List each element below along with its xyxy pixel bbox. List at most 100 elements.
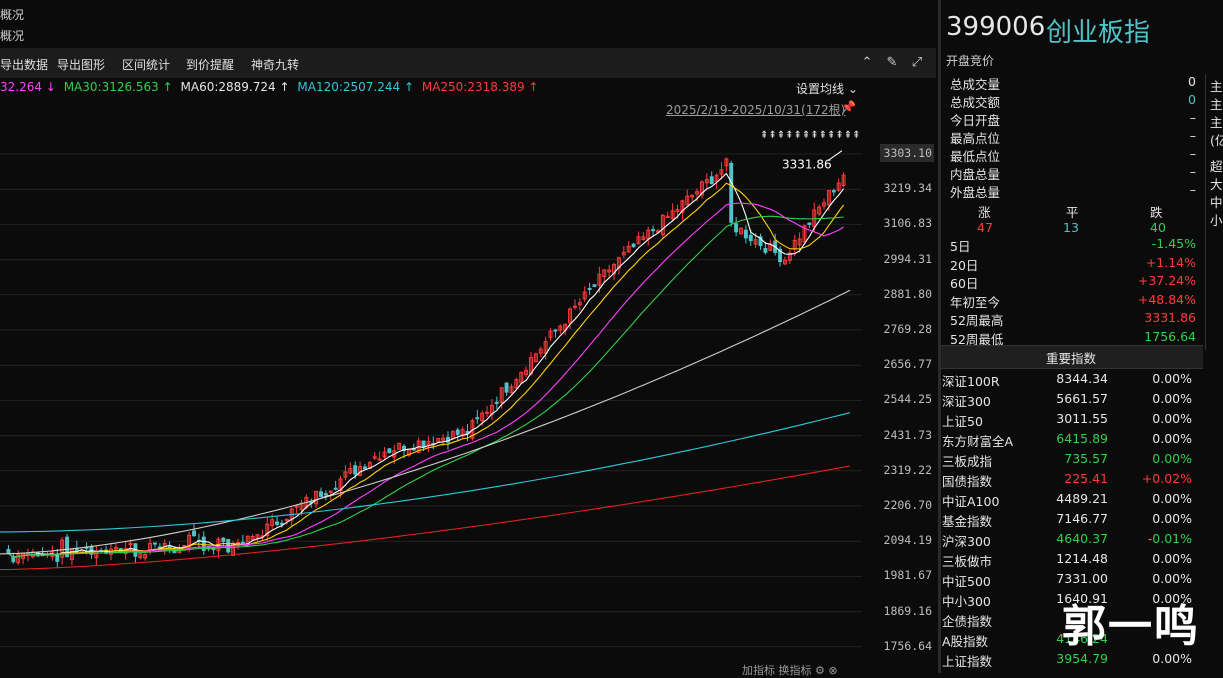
ma250-value: MA250:2318.389 ↑ xyxy=(421,80,539,94)
candle-body xyxy=(353,465,358,475)
perf-value: 1756.64 xyxy=(1144,328,1196,344)
index-name: 上证指数 xyxy=(942,654,993,669)
export-image-button[interactable]: 导出图形 xyxy=(57,56,105,73)
tab-overview-2[interactable]: 概况 xyxy=(0,27,24,44)
candlestick-chart[interactable]: 3331.86 ⇞⇞⇞⇞⇞⇞⇞⇞⇞⇞⇞⇞⇞ xyxy=(0,120,862,660)
index-name: 企债指数 xyxy=(942,614,993,629)
stat-row: 最高点位 – xyxy=(950,128,1196,146)
ma60-value: MA60:2889.724 ↑ xyxy=(180,80,290,94)
perf-label: 5日 xyxy=(950,239,971,254)
candle-body xyxy=(763,247,768,253)
index-value: 7331.00 xyxy=(1056,571,1108,586)
index-name: 中证A100 xyxy=(942,494,1000,509)
expand-icon[interactable]: ⤢ xyxy=(908,54,926,72)
export-data-button[interactable]: 导出数据 xyxy=(0,56,48,73)
stat-label: 总成交量 xyxy=(950,77,1001,92)
chart-toolbar: 导出数据 导出图形 区间统计 到价提醒 神奇九转 ⌃ ✎ ⚙ ⤢ xyxy=(0,48,936,78)
index-value: 3011.55 xyxy=(1056,411,1108,426)
brush-icon[interactable]: ✎ xyxy=(883,54,901,72)
index-row[interactable]: 中证500 7331.00 0.00% xyxy=(942,571,1196,591)
index-row[interactable]: 中证A100 4489.21 0.00% xyxy=(942,491,1196,511)
index-row[interactable]: 东方财富全A 6415.89 0.00% xyxy=(942,431,1196,451)
ma20-line xyxy=(8,202,844,559)
candle-body xyxy=(319,491,323,497)
index-row[interactable]: 基金指数 7146.77 0.00% xyxy=(942,511,1196,531)
indicator-bar[interactable]: 加指标 换指标 ⚙ ⊗ xyxy=(742,662,838,678)
index-name: 国债指数 xyxy=(942,474,993,489)
stat-label: 最高点位 xyxy=(950,131,1001,146)
y-tick-label: 1869.16 xyxy=(883,603,932,618)
index-row[interactable]: 深证100R 8344.34 0.00% xyxy=(942,371,1196,391)
candle-body xyxy=(475,417,480,420)
date-range[interactable]: 2025/2/19-2025/10/31(172根) xyxy=(666,101,845,118)
breadth-up-count: 47 xyxy=(977,220,993,235)
y-tick-label: 2881.80 xyxy=(883,286,932,301)
stat-row: 总成交额 0 xyxy=(950,92,1196,110)
candle-body xyxy=(333,487,338,490)
candle-body xyxy=(729,162,734,223)
perf-label: 20日 xyxy=(950,257,979,273)
index-change: 0.00% xyxy=(1152,411,1192,426)
range-stats-button[interactable]: 区间统计 xyxy=(122,56,170,73)
index-row[interactable]: 国债指数 225.41 +0.02% xyxy=(942,471,1196,491)
index-change: 0.00% xyxy=(1152,491,1192,506)
index-row[interactable]: 沪深300 4640.37 -0.01% xyxy=(942,531,1196,551)
stat-row: 总成交量 0 xyxy=(950,74,1196,92)
trading-status: 开盘竞价 xyxy=(946,54,995,68)
index-row[interactable]: 上证50 3011.55 0.00% xyxy=(942,411,1196,431)
candle-body xyxy=(494,401,499,404)
index-row[interactable]: 三板成指 735.57 0.00% xyxy=(942,451,1196,471)
y-tick-label: 3219.34 xyxy=(883,181,932,196)
fund-flow-label: 主 xyxy=(1210,115,1223,130)
set-ma-dropdown[interactable]: 设置均线 ⌄ xyxy=(796,80,858,97)
perf-row: 20日 +1.14% xyxy=(950,255,1196,273)
index-row[interactable]: 三板做市 1214.48 0.00% xyxy=(942,551,1196,571)
candle-body xyxy=(748,234,753,242)
candle-body xyxy=(831,190,836,193)
index-row[interactable]: 上证指数 3954.79 0.00% xyxy=(942,651,1196,671)
y-tick-label: 3106.83 xyxy=(883,216,932,231)
y-tick-label: 2544.25 xyxy=(883,392,932,407)
index-change: 0.00% xyxy=(1152,391,1192,406)
price-axis: 3303.10 3219.34 3106.83 2994.31 2881.80 2769.… xyxy=(862,120,936,660)
index-value: 4489.21 xyxy=(1056,491,1108,506)
perf-value: +1.14% xyxy=(1145,254,1196,270)
index-value: 5661.57 xyxy=(1056,391,1108,406)
candle-body xyxy=(152,542,157,545)
index-name: 三板做市 xyxy=(942,554,993,569)
index-value: 6415.89 xyxy=(1056,431,1108,446)
magic-nine-button[interactable]: 神奇九转 xyxy=(251,56,299,73)
fund-flow-label: 主 xyxy=(1210,97,1223,112)
candle-body xyxy=(6,549,11,554)
index-name: 深证100R xyxy=(942,374,1000,389)
tab-overview-1[interactable]: 概况 xyxy=(0,6,24,23)
stat-value: – xyxy=(1189,128,1196,143)
y-tick-label: 2094.19 xyxy=(883,533,932,548)
perf-row: 年初至今 +48.84% xyxy=(950,292,1196,310)
stat-label: 内盘总量 xyxy=(950,167,1001,182)
candle-body xyxy=(572,305,577,308)
perf-row: 52周最低 1756.64 xyxy=(950,329,1196,347)
candle-body xyxy=(743,229,748,239)
index-name: 中小300 xyxy=(942,594,991,609)
index-change: 0.00% xyxy=(1152,551,1192,566)
y-tick-label: 1981.67 xyxy=(883,568,932,583)
panel-divider xyxy=(938,0,941,673)
perf-row: 5日 -1.45% xyxy=(950,236,1196,254)
pin-icon[interactable]: 📌 xyxy=(841,100,856,114)
stat-row: 外盘总量 – xyxy=(950,182,1196,200)
high-price-pointer xyxy=(827,150,843,161)
breadth-up-label: 涨 xyxy=(978,205,991,220)
candle-body xyxy=(279,522,284,525)
stat-label: 总成交额 xyxy=(950,95,1001,110)
stat-value: – xyxy=(1189,110,1196,125)
circle-up-icon[interactable]: ⌃ xyxy=(858,54,876,72)
breadth-flat-label: 平 xyxy=(1066,205,1079,220)
candle-body xyxy=(631,243,636,248)
stat-label: 最低点位 xyxy=(950,149,1001,164)
fund-flow-label: 小 xyxy=(1210,213,1223,228)
price-alert-button[interactable]: 到价提醒 xyxy=(186,56,234,73)
index-row[interactable]: 深证300 5661.57 0.00% xyxy=(942,391,1196,411)
candle-body xyxy=(192,530,196,537)
index-change: -0.01% xyxy=(1147,531,1192,546)
